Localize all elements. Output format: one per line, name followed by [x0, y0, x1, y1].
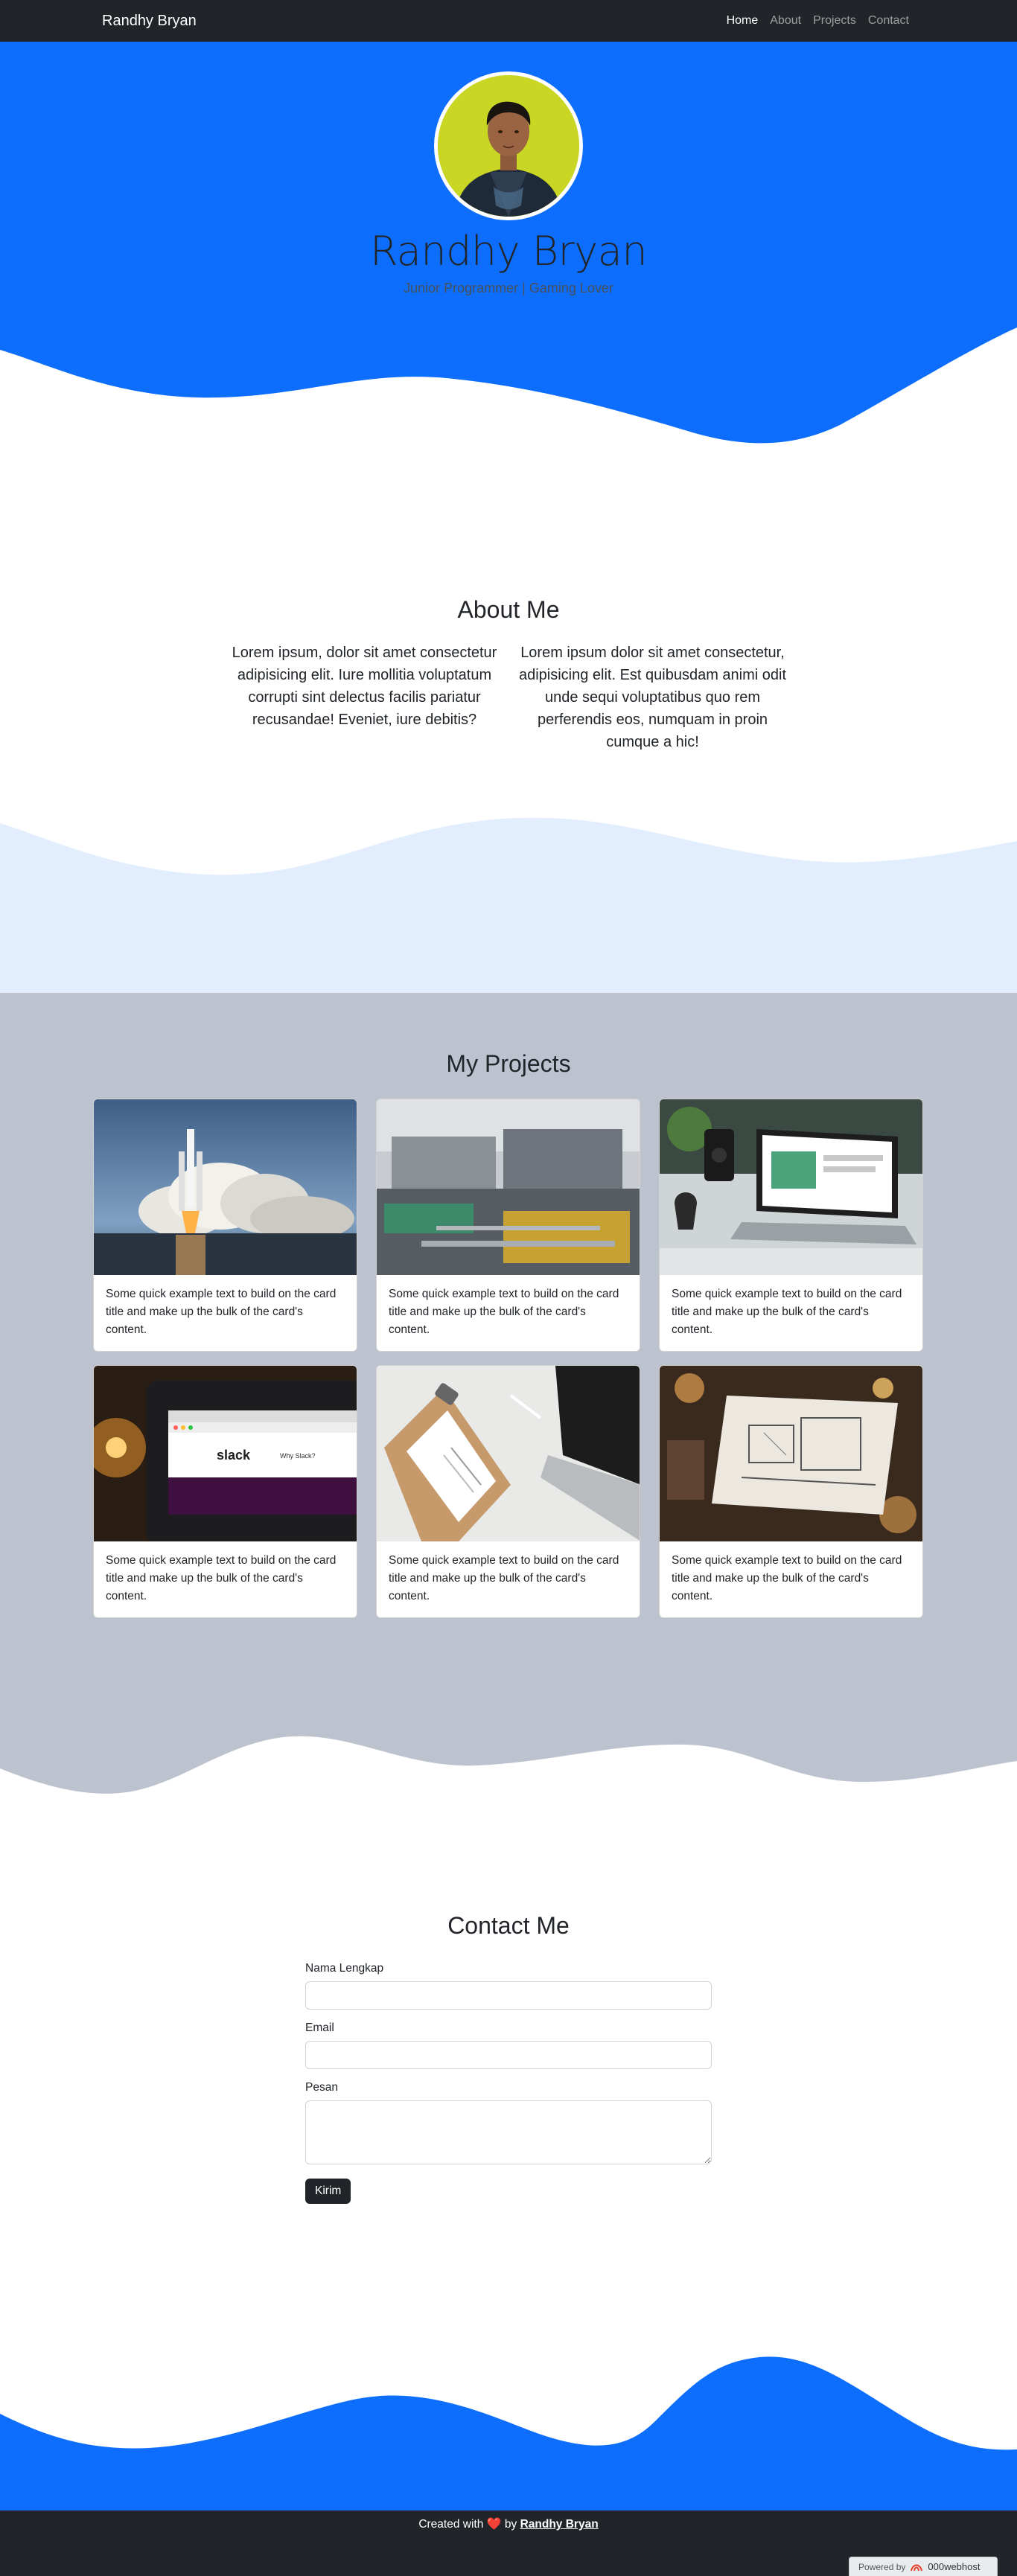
heart-icon: ❤️: [486, 2518, 502, 2531]
hero-tagline: Junior Programmer | Gaming Lover: [404, 281, 613, 295]
card-text: Some quick example text to build on the …: [389, 1288, 619, 1336]
email-label: Email: [305, 2022, 334, 2034]
submit-button[interactable]: Kirim: [305, 2179, 351, 2204]
card-text: Some quick example text to build on the …: [389, 1554, 619, 1602]
footer: Created with ❤️ by Randhy Bryan Powered …: [0, 2511, 1017, 2576]
nav-projects[interactable]: Projects: [807, 8, 862, 33]
contact-title: Contact Me: [447, 1912, 570, 1939]
projects-section: My Projects Some quick example text to b…: [0, 993, 1017, 1834]
clipboard-laptop-image: [377, 1366, 640, 1541]
hero-section: Randhy Bryan Junior Programmer | Gaming …: [0, 0, 1017, 447]
about-wave: [0, 817, 1017, 993]
card-text: Some quick example text to build on the …: [106, 1554, 337, 1602]
project-card[interactable]: Some quick example text to build on the …: [376, 1099, 640, 1352]
nav-links: Home About Projects Contact: [721, 8, 915, 33]
project-card[interactable]: Some quick example text to build on the …: [659, 1365, 923, 1618]
hero-content: Randhy Bryan Junior Programmer | Gaming …: [0, 71, 1017, 296]
message-label: Pesan: [305, 2081, 338, 2094]
blueprint-sketch-image: [660, 1366, 922, 1541]
nav-about[interactable]: About: [764, 8, 807, 33]
brand-link[interactable]: Randhy Bryan: [102, 13, 197, 30]
card-text: Some quick example text to build on the …: [672, 1288, 902, 1336]
email-field[interactable]: [305, 2041, 712, 2069]
about-section: About Me Lorem ipsum, dolor sit amet con…: [0, 447, 1017, 993]
laptop-desk-image: [660, 1099, 922, 1275]
footer-by: by: [504, 2518, 517, 2531]
project-card[interactable]: Some quick example text to build on the …: [376, 1365, 640, 1618]
about-title: About Me: [457, 596, 560, 623]
profile-photo: [434, 71, 583, 220]
name-label: Nama Lengkap: [305, 1962, 384, 1975]
projects-wave: [0, 1736, 1017, 1834]
project-card[interactable]: Some quick example text to build on the …: [93, 1099, 357, 1352]
nav-contact[interactable]: Contact: [862, 8, 915, 33]
contact-section: Contact Me Nama Lengkap Email Pesan Kiri…: [0, 1834, 1017, 2511]
svg-text:Why Slack?: Why Slack?: [280, 1452, 316, 1460]
projects-title: My Projects: [446, 1050, 571, 1077]
about-text-left: Lorem ipsum, dolor sit amet consectetur …: [232, 645, 497, 728]
svg-text:slack: slack: [217, 1448, 251, 1463]
project-card[interactable]: Some quick example text to build on the …: [659, 1099, 923, 1352]
about-columns: Lorem ipsum, dolor sit amet consectetur …: [229, 642, 788, 753]
rocket-launch-image: [94, 1099, 357, 1275]
powered-by-badge[interactable]: Powered by 000webhost: [849, 2557, 998, 2576]
message-field[interactable]: [305, 2100, 712, 2164]
project-card[interactable]: slack Why Slack? Some quick example text…: [93, 1365, 357, 1618]
industrial-site-image: [377, 1099, 640, 1275]
projects-grid: Some quick example text to build on the …: [93, 1099, 924, 1618]
contact-form: Nama Lengkap Email Pesan Kirim: [305, 1962, 712, 2204]
footer-prefix: Created with: [418, 2518, 484, 2531]
about-text-right: Lorem ipsum dolor sit amet consectetur, …: [518, 645, 787, 750]
author-link[interactable]: Randhy Bryan: [520, 2518, 599, 2531]
contact-wave: [0, 2356, 1017, 2511]
footer-credit: Created with ❤️ by Randhy Bryan: [0, 2511, 1017, 2531]
name-field[interactable]: [305, 1981, 712, 2010]
hero-name: Randhy Bryan: [369, 228, 648, 275]
webhost-logo-icon: [911, 2564, 923, 2571]
slack-browser-image: slack Why Slack?: [94, 1366, 357, 1541]
card-text: Some quick example text to build on the …: [106, 1288, 337, 1336]
navbar: Randhy Bryan Home About Projects Contact: [0, 0, 1017, 42]
card-text: Some quick example text to build on the …: [672, 1554, 902, 1602]
powered-label: Powered by: [858, 2561, 906, 2572]
nav-home[interactable]: Home: [721, 8, 765, 33]
powered-brand: 000webhost: [928, 2561, 981, 2572]
